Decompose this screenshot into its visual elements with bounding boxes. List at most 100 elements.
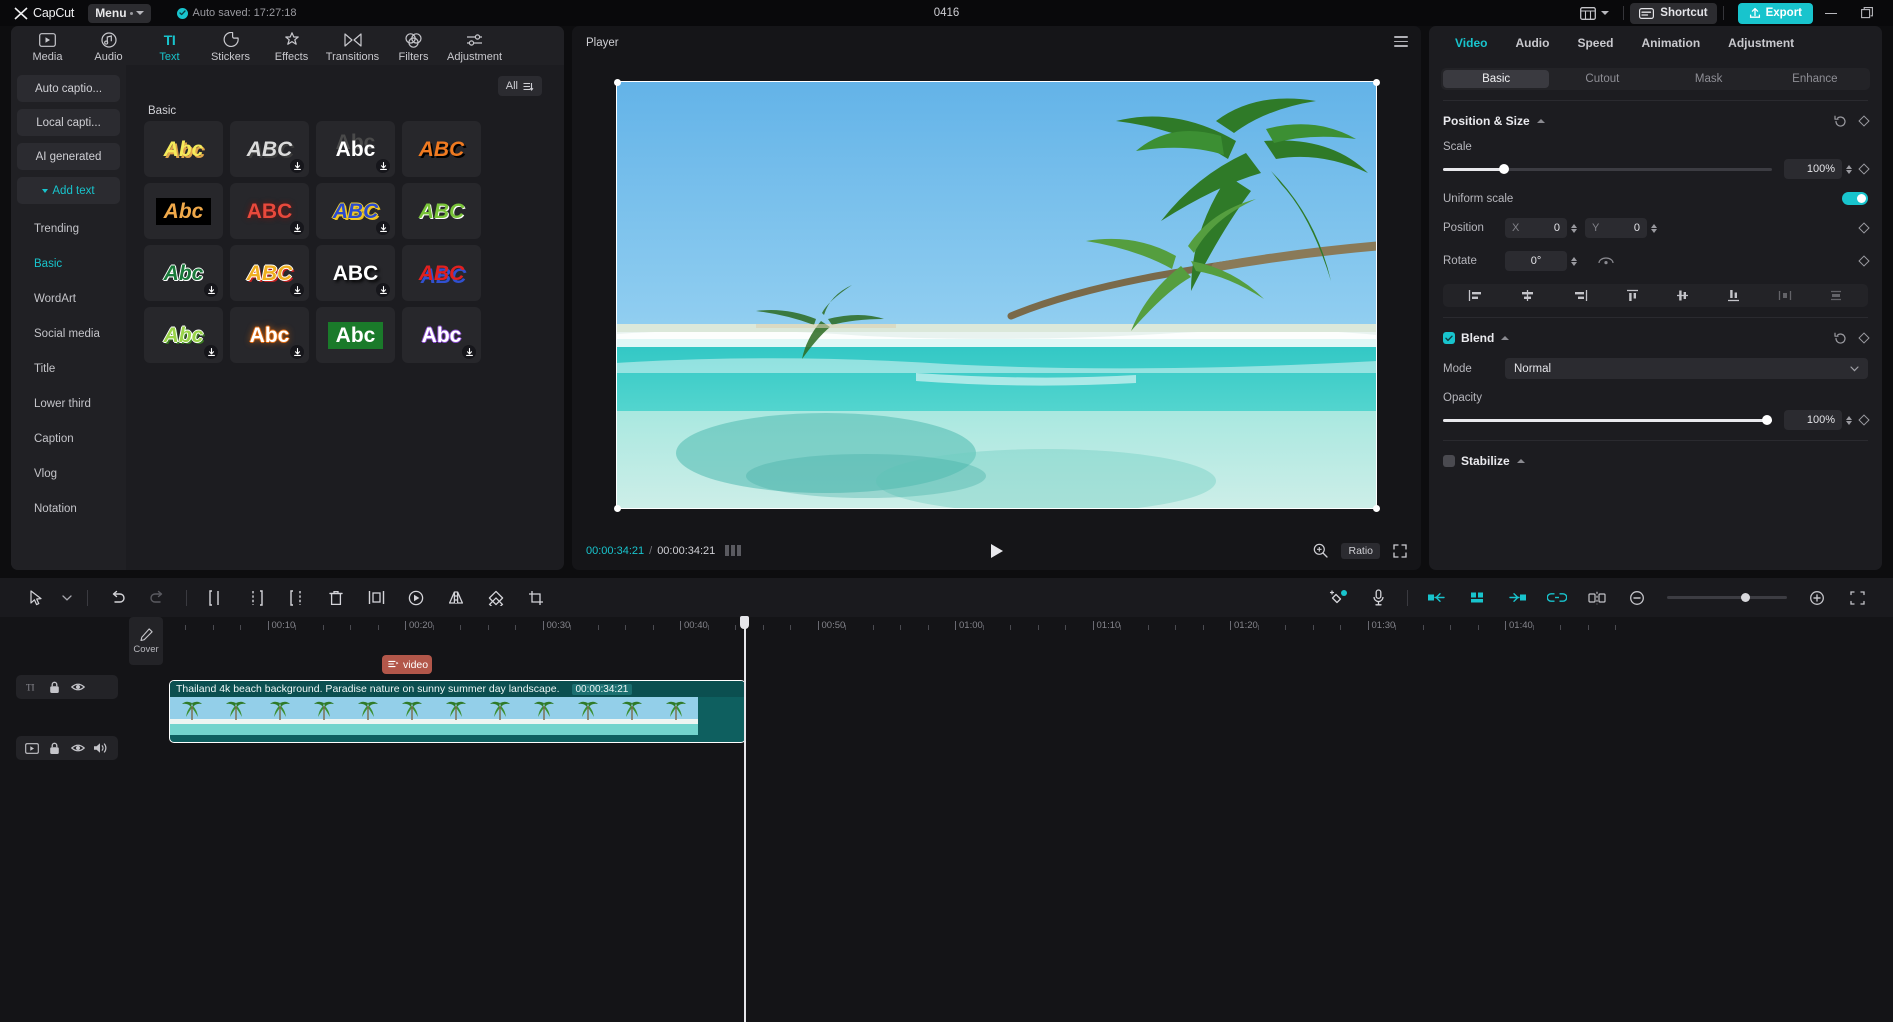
segment-basic[interactable]: Basic: [1443, 70, 1549, 88]
select-arrow-icon[interactable]: [16, 578, 56, 617]
delete-icon[interactable]: [316, 578, 356, 617]
download-icon[interactable]: [204, 345, 218, 359]
zoom-fit-icon[interactable]: [1313, 543, 1328, 558]
category-item-wordart[interactable]: WordArt: [17, 281, 120, 316]
menu-button[interactable]: Menu: [88, 4, 150, 23]
download-icon[interactable]: [290, 159, 304, 173]
split-left-icon[interactable]: [196, 578, 236, 617]
text-style-item[interactable]: ABC: [230, 245, 309, 301]
align-left-icon[interactable]: [1468, 289, 1483, 302]
layout-button[interactable]: [1572, 2, 1617, 24]
undo-icon[interactable]: [97, 578, 137, 617]
text-style-item[interactable]: ABC: [230, 183, 309, 239]
align-top-icon[interactable]: [1626, 289, 1639, 302]
text-clip[interactable]: video: [382, 655, 432, 674]
text-style-item[interactable]: ABC: [316, 183, 395, 239]
opacity-stepper[interactable]: [1846, 416, 1852, 425]
nav-tab-adjustment[interactable]: Adjustment: [444, 29, 505, 63]
category-item-social-media[interactable]: Social media: [17, 316, 120, 351]
reverse-icon[interactable]: [396, 578, 436, 617]
text-style-item[interactable]: ABC: [230, 121, 309, 177]
scale-slider[interactable]: [1443, 168, 1772, 171]
nav-tab-stickers[interactable]: Stickers: [200, 29, 261, 63]
rotate-dial-icon[interactable]: [1597, 255, 1615, 267]
text-style-item[interactable]: Abc: [230, 307, 309, 363]
playhead[interactable]: [744, 617, 746, 1022]
category-item-basic[interactable]: Basic: [17, 246, 120, 281]
download-icon[interactable]: [376, 221, 390, 235]
video-clip[interactable]: Thailand 4k beach background. Paradise n…: [169, 680, 746, 743]
fullscreen-icon[interactable]: [1393, 544, 1407, 558]
eye-icon[interactable]: [66, 736, 89, 760]
opacity-slider[interactable]: [1443, 419, 1772, 422]
scale-keyframe-icon[interactable]: [1858, 163, 1869, 174]
text-style-item[interactable]: Abc: [144, 183, 223, 239]
position-keyframe-icon[interactable]: [1858, 222, 1869, 233]
play-icon[interactable]: [990, 543, 1004, 559]
ratio-button[interactable]: Ratio: [1341, 543, 1380, 559]
chip-auto-captions[interactable]: Auto captio...: [17, 75, 120, 102]
cover-button[interactable]: Cover: [129, 617, 163, 665]
crop-icon[interactable]: [516, 578, 556, 617]
category-item-trending[interactable]: Trending: [17, 211, 120, 246]
rotate-icon[interactable]: [476, 578, 516, 617]
tab-adjustment[interactable]: Adjustment: [1714, 36, 1808, 50]
scale-stepper[interactable]: [1846, 165, 1852, 174]
reset-icon[interactable]: [1834, 115, 1847, 128]
blend-keyframe-icon[interactable]: [1858, 332, 1869, 343]
category-item-notation[interactable]: Notation: [17, 491, 120, 526]
blend-collapse-chevron-up-icon[interactable]: [1501, 336, 1509, 340]
shortcut-button[interactable]: Shortcut: [1630, 3, 1716, 24]
position-y-field[interactable]: Y 0: [1585, 218, 1647, 238]
text-style-item[interactable]: Abc: [144, 121, 223, 177]
download-icon[interactable]: [290, 283, 304, 297]
nav-tab-audio[interactable]: Audio: [78, 29, 139, 63]
rotate-stepper[interactable]: [1571, 257, 1577, 266]
stabilize-checkbox[interactable]: [1443, 455, 1455, 467]
rotate-keyframe-icon[interactable]: [1858, 255, 1869, 266]
timeline-area[interactable]: 00:0000:1000:2000:3000:4000:5001:0001:10…: [0, 617, 1893, 1022]
zoom-out-icon[interactable]: [1617, 578, 1657, 617]
collapse-chevron-up-icon[interactable]: [1537, 119, 1545, 123]
download-icon[interactable]: [204, 283, 218, 297]
keyframe-next-icon[interactable]: [1497, 578, 1537, 617]
align-right-icon[interactable]: [1573, 289, 1588, 302]
opacity-keyframe-icon[interactable]: [1858, 414, 1869, 425]
link-icon[interactable]: [1537, 578, 1577, 617]
position-y-stepper[interactable]: [1651, 224, 1657, 233]
lock-icon[interactable]: [43, 736, 66, 760]
blend-checkbox[interactable]: [1443, 332, 1455, 344]
frames-icon[interactable]: [725, 545, 741, 556]
eye-icon[interactable]: [66, 675, 89, 699]
download-icon[interactable]: [376, 159, 390, 173]
nav-tab-media[interactable]: Media: [17, 29, 78, 63]
text-style-item[interactable]: Abc: [402, 307, 481, 363]
opacity-value[interactable]: 100%: [1784, 410, 1842, 430]
blend-reset-icon[interactable]: [1834, 332, 1847, 345]
nav-tab-transitions[interactable]: Transitions: [322, 29, 383, 63]
chip-ai-generated[interactable]: AI generated: [17, 143, 120, 170]
split-right-icon[interactable]: [276, 578, 316, 617]
category-item-vlog[interactable]: Vlog: [17, 456, 120, 491]
export-button[interactable]: Export: [1738, 3, 1813, 24]
text-style-item[interactable]: ABC: [316, 245, 395, 301]
text-style-item[interactable]: ABC: [402, 245, 481, 301]
tab-animation[interactable]: Animation: [1627, 36, 1714, 50]
maximize-button[interactable]: [1849, 0, 1885, 26]
segment-mask[interactable]: Mask: [1656, 70, 1762, 88]
volume-icon[interactable]: [89, 736, 112, 760]
freeze-frame-icon[interactable]: [356, 578, 396, 617]
position-x-stepper[interactable]: [1571, 224, 1577, 233]
segment-enhance[interactable]: Enhance: [1762, 70, 1868, 88]
tab-audio[interactable]: Audio: [1501, 36, 1563, 50]
rotate-value[interactable]: 0°: [1505, 251, 1567, 271]
nav-tab-text[interactable]: TI Text: [139, 29, 200, 63]
playhead-handle[interactable]: [740, 616, 749, 629]
chip-add-text[interactable]: Add text: [17, 177, 120, 204]
snap-icon[interactable]: [1577, 578, 1617, 617]
minimize-button[interactable]: [1813, 0, 1849, 26]
tab-speed[interactable]: Speed: [1563, 36, 1627, 50]
download-icon[interactable]: [462, 345, 476, 359]
category-item-caption[interactable]: Caption: [17, 421, 120, 456]
text-style-item[interactable]: Abc: [316, 121, 395, 177]
